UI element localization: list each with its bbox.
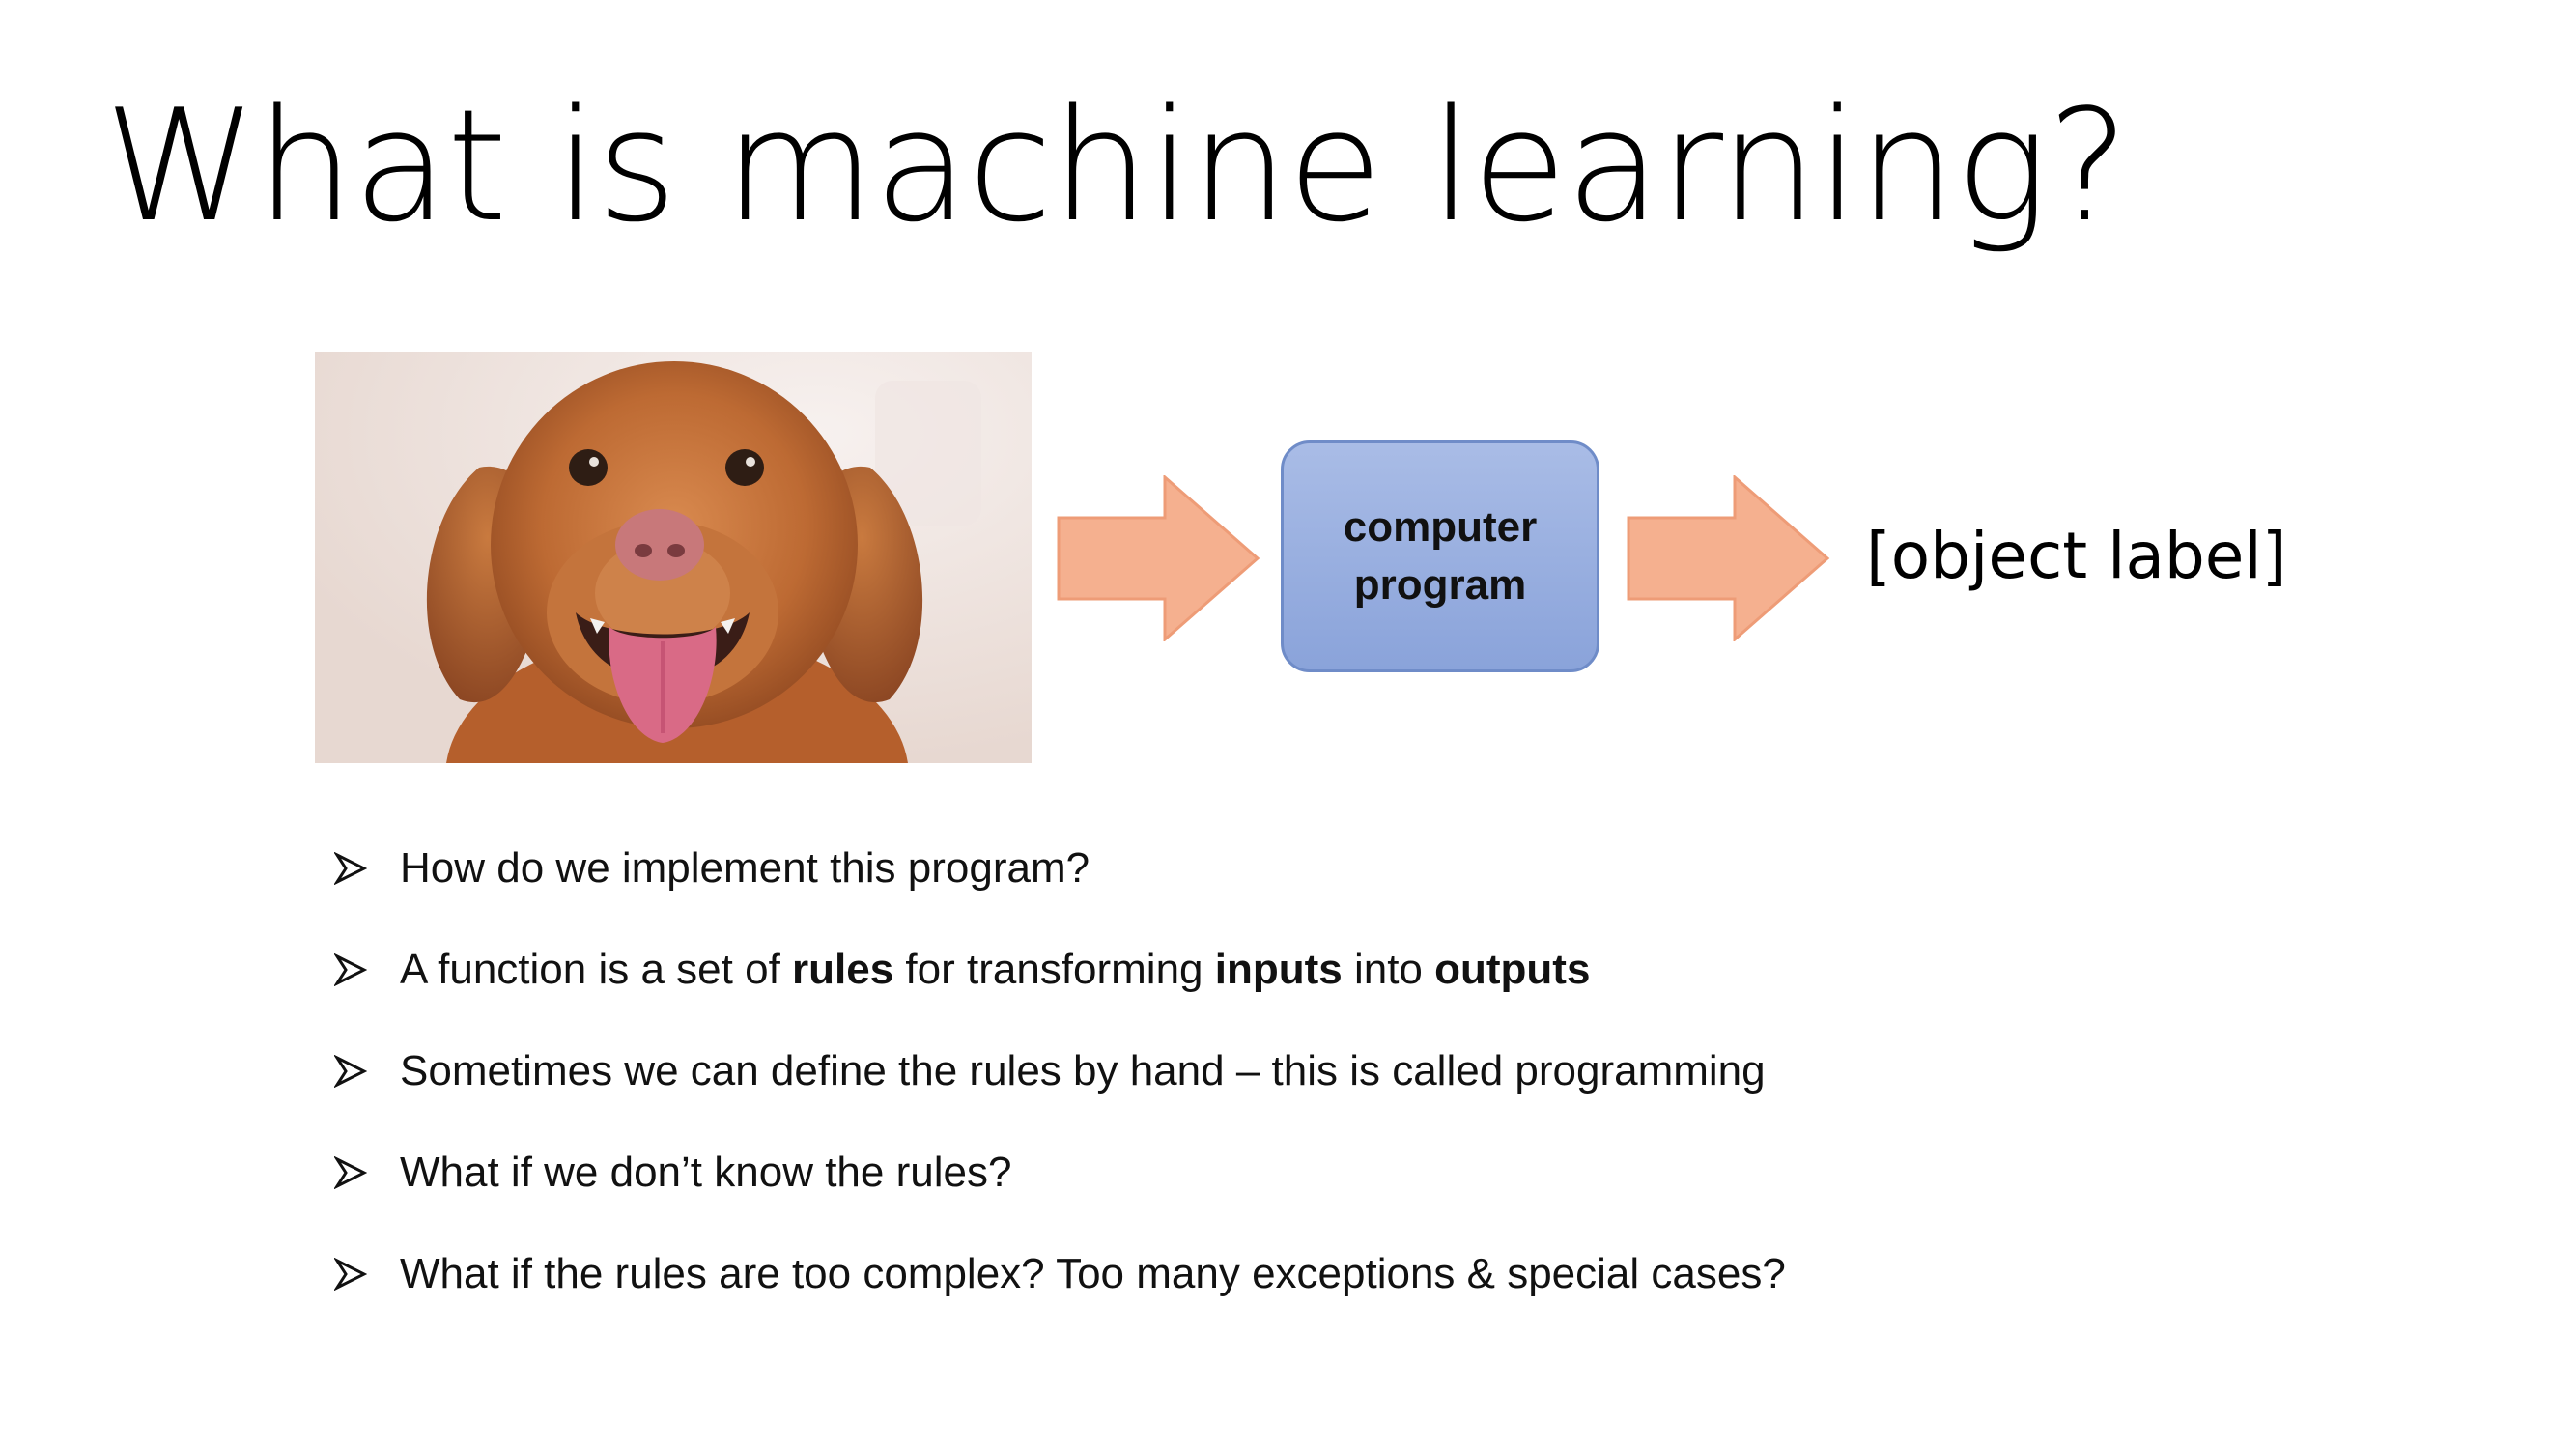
bullet-segment: A function is a set of bbox=[400, 945, 793, 993]
arrowhead-bullet-icon bbox=[334, 1256, 394, 1293]
slide: What is machine learning? computer progr… bbox=[0, 0, 2576, 1449]
bullet-list: How do we implement this program? A func… bbox=[334, 817, 2169, 1324]
bullet-item: What if the rules are too complex? Too m… bbox=[334, 1223, 2169, 1324]
bullet-segment-bold: rules bbox=[792, 945, 894, 993]
bullet-segment: What if we don’t know the rules? bbox=[400, 1148, 1012, 1196]
bullet-segment: How do we implement this program? bbox=[400, 843, 1090, 892]
arrowhead-bullet-icon bbox=[334, 1053, 394, 1090]
arrowhead-bullet-icon bbox=[334, 952, 394, 988]
bullet-segment-bold: inputs bbox=[1214, 945, 1343, 993]
bullet-segment-bold: outputs bbox=[1434, 945, 1591, 993]
bullet-text: What if the rules are too complex? Too m… bbox=[400, 1247, 1786, 1301]
slide-title: What is machine learning? bbox=[104, 75, 2129, 256]
bullet-item: A function is a set of rules for transfo… bbox=[334, 919, 2169, 1020]
bullet-segment: What if the rules are too complex? Too m… bbox=[400, 1249, 1786, 1297]
object-label: [object label] bbox=[1866, 519, 2287, 593]
bullet-text: How do we implement this program? bbox=[400, 841, 1090, 895]
arrowhead-bullet-icon bbox=[334, 850, 394, 887]
right-arrow-icon bbox=[1627, 475, 1830, 641]
bullet-segment: for transforming bbox=[893, 945, 1215, 993]
bullet-item: How do we implement this program? bbox=[334, 817, 2169, 919]
bullet-item: Sometimes we can define the rules by han… bbox=[334, 1020, 2169, 1122]
computer-program-box: computer program bbox=[1281, 440, 1599, 672]
bullet-segment: into bbox=[1342, 945, 1435, 993]
bullet-segment: Sometimes we can define the rules by han… bbox=[400, 1046, 1766, 1094]
bullet-text: Sometimes we can define the rules by han… bbox=[400, 1044, 1766, 1098]
right-arrow-icon bbox=[1057, 475, 1260, 641]
bullet-item: What if we don’t know the rules? bbox=[334, 1122, 2169, 1223]
bullet-text: What if we don’t know the rules? bbox=[400, 1146, 1011, 1200]
arrowhead-bullet-icon bbox=[334, 1154, 394, 1191]
bullet-text: A function is a set of rules for transfo… bbox=[400, 943, 1590, 997]
program-box-line-2: program bbox=[1353, 561, 1527, 609]
program-box-line-1: computer bbox=[1343, 503, 1538, 551]
dog-photo bbox=[315, 352, 1032, 763]
